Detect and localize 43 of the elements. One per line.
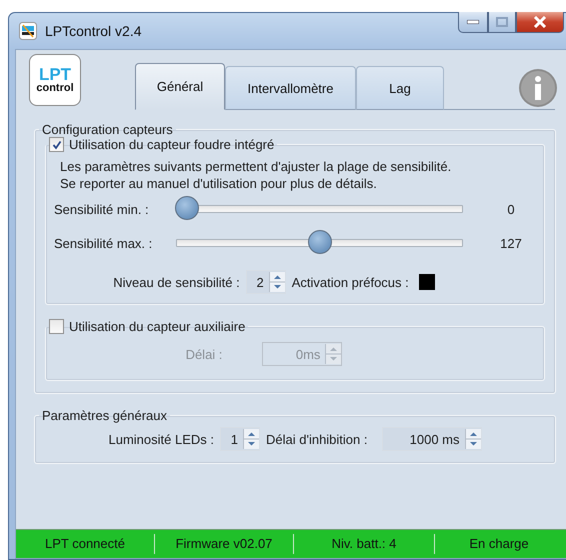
description-text: Les paramètres suivants permettent d'ajuster la plage de sensibilité. [60, 158, 452, 175]
maximize-icon [496, 17, 508, 27]
slider[interactable] [176, 196, 463, 222]
minimize-icon [467, 20, 479, 24]
slider-value: 0 [506, 202, 516, 216]
window-title: LPTcontrol v2.4 [45, 23, 142, 39]
maximize-button[interactable] [488, 12, 516, 33]
slider-value: 127 [499, 236, 523, 250]
spin-arrows-icon[interactable] [243, 429, 259, 449]
status-text: LPT connecté [44, 535, 126, 553]
checkbox-label[interactable]: Utilisation du capteur foudre intégré [69, 137, 274, 152]
spin-arrows-icon[interactable] [268, 272, 285, 292]
slider-thumb[interactable] [175, 196, 199, 220]
tab[interactable]: Lag [356, 66, 444, 110]
checkbox[interactable] [49, 137, 64, 152]
slider[interactable] [176, 230, 463, 256]
slider-thumb[interactable] [308, 230, 332, 254]
tab[interactable]: Général [135, 63, 225, 110]
spin-arrows-icon[interactable] [464, 429, 480, 449]
status-text: En charge [434, 534, 563, 554]
tab[interactable]: Intervallomètre [225, 66, 356, 110]
logo-text: control [36, 83, 74, 94]
field-label: Délai d'inhibition : [266, 432, 368, 446]
minimize-button[interactable] [458, 12, 488, 33]
status-text: Niv. batt.: 4 [293, 534, 434, 554]
close-button[interactable] [516, 12, 564, 33]
logo-text: LPT [38, 66, 72, 83]
field-label: Délai : [186, 346, 222, 362]
field-label: Luminosité LEDs : [108, 432, 214, 446]
close-icon [533, 16, 547, 28]
field-label: Activation préfocus : [292, 274, 409, 290]
field-label: Niveau de sensibilité : [113, 274, 240, 290]
status-text: Firmware v02.07 [154, 534, 293, 554]
group-title: Configuration capteurs [41, 122, 174, 137]
sensitivity-spinner[interactable]: 2 [246, 270, 286, 294]
description-text: Se reporter au manuel d'utilisation pour plus de détails. [60, 175, 378, 192]
info-icon[interactable] [518, 68, 558, 108]
slider-label: Sensibilité max. : [54, 236, 154, 250]
app-icon [19, 22, 37, 40]
group-title: Paramètres généraux [41, 408, 168, 423]
slider-label: Sensibilité min. : [54, 202, 150, 216]
inhibition-spinner[interactable]: 1000 ms [382, 427, 482, 451]
brightness-spinner[interactable]: 1 [220, 427, 260, 451]
